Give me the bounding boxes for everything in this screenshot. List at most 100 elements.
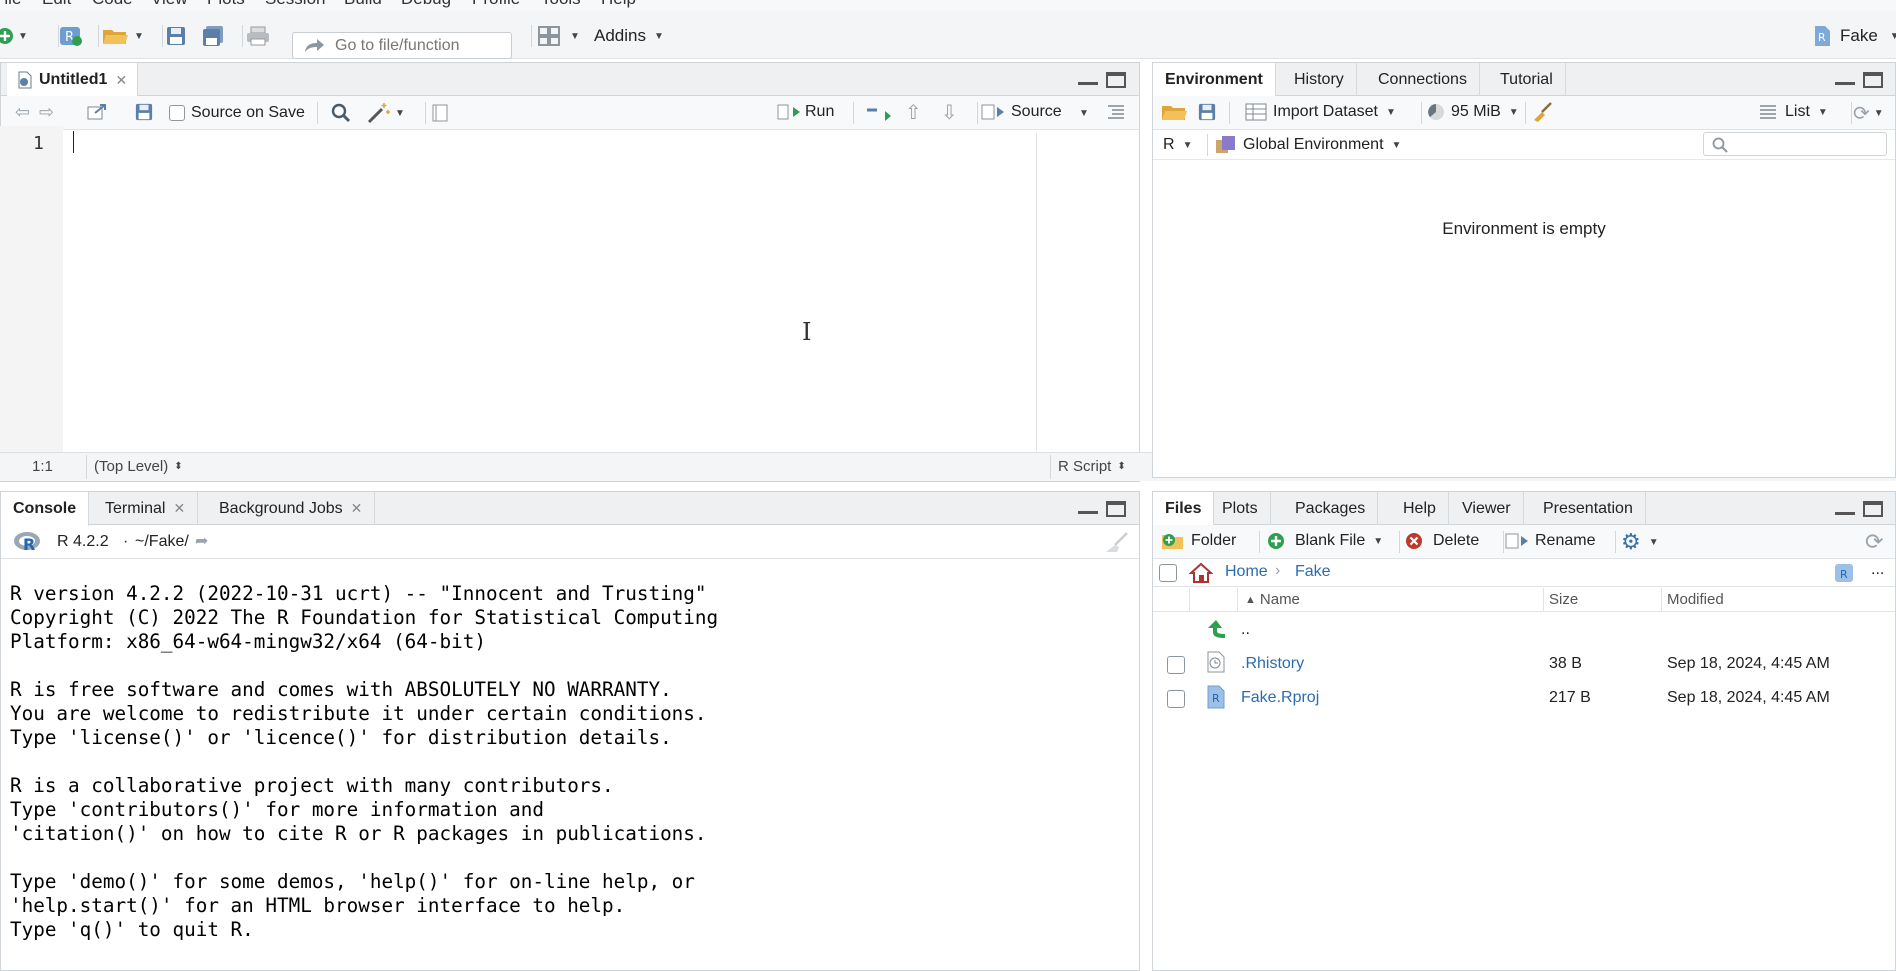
maximize-icon[interactable] bbox=[1863, 501, 1883, 517]
broom-icon[interactable] bbox=[1531, 101, 1553, 127]
refresh-icon[interactable]: ⟳ bbox=[1865, 529, 1883, 555]
column-size-header[interactable]: Size bbox=[1549, 591, 1578, 608]
tab-environment[interactable]: Environment bbox=[1153, 63, 1276, 97]
breadcrumb-home[interactable]: Home bbox=[1225, 563, 1268, 581]
save-icon[interactable] bbox=[135, 103, 153, 125]
rename-button[interactable]: Rename bbox=[1505, 532, 1595, 550]
tab-tutorial[interactable]: Tutorial bbox=[1488, 63, 1566, 96]
menu-code[interactable]: Code bbox=[92, 0, 133, 9]
tab-plots[interactable]: Plots bbox=[1210, 492, 1271, 525]
minimize-icon[interactable] bbox=[1078, 74, 1098, 85]
language-selector[interactable]: R ▼ bbox=[1163, 136, 1192, 154]
environment-search-input[interactable] bbox=[1703, 132, 1887, 156]
file-checkbox[interactable] bbox=[1167, 656, 1185, 674]
show-in-window-icon[interactable] bbox=[87, 103, 107, 125]
pane-layout-button[interactable]: ▼ bbox=[538, 23, 580, 49]
memory-usage-button[interactable]: 95 MiB ▼ bbox=[1427, 103, 1519, 121]
view-mode-button[interactable]: List ▼ bbox=[1759, 103, 1828, 121]
more-actions-button[interactable]: ⚙ ▼ bbox=[1621, 529, 1659, 555]
tab-history[interactable]: History bbox=[1282, 63, 1357, 96]
go-to-project-icon[interactable]: R bbox=[1833, 562, 1855, 588]
more-options[interactable]: ... bbox=[1871, 561, 1884, 579]
delete-button[interactable]: Delete bbox=[1405, 532, 1479, 550]
run-button[interactable]: Run bbox=[777, 103, 834, 121]
maximize-icon[interactable] bbox=[1863, 72, 1883, 88]
goto-file-function-input[interactable]: Go to file/function bbox=[292, 32, 512, 59]
blank-file-button[interactable]: Blank File ▼ bbox=[1267, 532, 1383, 550]
menu-edit[interactable]: Edit bbox=[42, 0, 71, 9]
file-row[interactable]: R Fake.Rproj 217 B Sep 18, 2024, 4:45 AM bbox=[1153, 682, 1895, 716]
chevron-down-icon[interactable]: ▼ bbox=[1079, 108, 1089, 119]
forward-arrow-icon[interactable]: ⇨ bbox=[39, 102, 54, 123]
minimize-icon[interactable] bbox=[1835, 504, 1855, 515]
breadcrumb-fake[interactable]: Fake bbox=[1295, 563, 1331, 581]
file-name[interactable]: Fake.Rproj bbox=[1241, 689, 1319, 707]
go-to-directory-icon[interactable]: ➦ bbox=[195, 531, 208, 551]
menu-profile[interactable]: Profile bbox=[472, 0, 520, 9]
print-button[interactable] bbox=[246, 23, 270, 49]
file-name[interactable]: .Rhistory bbox=[1241, 655, 1304, 673]
menu-help[interactable]: Help bbox=[601, 0, 636, 9]
addins-button[interactable]: Addins ▼ bbox=[594, 23, 664, 49]
menu-plots[interactable]: Plots bbox=[207, 0, 245, 9]
load-workspace-icon[interactable] bbox=[1161, 102, 1189, 126]
tab-connections[interactable]: Connections bbox=[1366, 63, 1480, 96]
tab-viewer[interactable]: Viewer bbox=[1450, 492, 1524, 525]
new-project-button[interactable]: R bbox=[58, 23, 84, 49]
home-icon[interactable] bbox=[1188, 562, 1214, 588]
code-tools-button[interactable]: ▼ bbox=[367, 102, 405, 124]
go-down-arrow-icon[interactable]: ⇩ bbox=[941, 100, 958, 125]
project-menu-button[interactable]: R Fake ▼ bbox=[1812, 23, 1896, 49]
minimize-icon[interactable] bbox=[1078, 503, 1098, 514]
menu-tools[interactable]: Tools bbox=[541, 0, 581, 9]
menu-file[interactable]: File bbox=[0, 0, 21, 9]
close-icon[interactable]: ✕ bbox=[351, 500, 363, 517]
outline-icon[interactable] bbox=[1107, 104, 1125, 124]
environment-scope-selector[interactable]: Global Environment ▼ bbox=[1215, 135, 1401, 155]
tab-files[interactable]: Files bbox=[1153, 492, 1215, 526]
open-file-button[interactable]: ▼ bbox=[102, 23, 144, 49]
menu-debug[interactable]: Debug bbox=[401, 0, 451, 9]
maximize-icon[interactable] bbox=[1106, 72, 1126, 88]
maximize-icon[interactable] bbox=[1106, 501, 1126, 517]
refresh-button[interactable]: ⟳ ▼ bbox=[1853, 101, 1884, 126]
column-modified-header[interactable]: Modified bbox=[1667, 591, 1724, 608]
select-all-checkbox[interactable] bbox=[1159, 564, 1177, 582]
file-checkbox[interactable] bbox=[1167, 690, 1185, 708]
menu-view[interactable]: View bbox=[151, 0, 188, 9]
rerun-icon[interactable] bbox=[865, 104, 891, 126]
save-button[interactable] bbox=[166, 23, 186, 49]
close-icon[interactable]: ✕ bbox=[173, 500, 185, 517]
back-arrow-icon[interactable]: ⇦ bbox=[15, 102, 30, 123]
tab-console[interactable]: Console bbox=[1, 492, 90, 526]
column-name-header[interactable]: ▲ Name bbox=[1245, 591, 1300, 608]
close-icon[interactable]: ✕ bbox=[115, 72, 127, 89]
tab-terminal[interactable]: Terminal ✕ bbox=[93, 492, 199, 525]
clear-console-icon[interactable] bbox=[1103, 531, 1129, 557]
new-file-button[interactable]: ▼ bbox=[0, 23, 28, 49]
source-on-save-toggle[interactable]: Source on Save bbox=[169, 104, 305, 122]
tab-help[interactable]: Help bbox=[1391, 492, 1449, 525]
menu-session[interactable]: Session bbox=[265, 0, 325, 9]
tab-untitled1[interactable]: Untitled1 ✕ bbox=[7, 63, 139, 97]
import-dataset-button[interactable]: Import Dataset ▼ bbox=[1245, 103, 1396, 121]
search-icon[interactable] bbox=[331, 103, 351, 127]
file-type-selector[interactable]: R Script ⬍ bbox=[1058, 458, 1126, 475]
tab-presentation[interactable]: Presentation bbox=[1531, 492, 1646, 525]
minimize-icon[interactable] bbox=[1835, 74, 1855, 85]
parent-directory-row[interactable]: .. bbox=[1153, 613, 1895, 647]
tab-packages[interactable]: Packages bbox=[1283, 492, 1379, 525]
code-editor[interactable] bbox=[64, 127, 1035, 451]
new-folder-button[interactable]: Folder bbox=[1161, 532, 1236, 550]
console-output[interactable]: R version 4.2.2 (2022-10-31 ucrt) -- "In… bbox=[10, 582, 718, 942]
scope-selector[interactable]: (Top Level) ⬍ bbox=[94, 458, 183, 475]
save-workspace-icon[interactable] bbox=[1198, 103, 1216, 125]
save-all-button[interactable] bbox=[202, 23, 224, 49]
source-on-save-checkbox[interactable] bbox=[169, 105, 185, 121]
go-up-arrow-icon[interactable]: ⇧ bbox=[905, 100, 922, 125]
menu-build[interactable]: Build bbox=[344, 0, 382, 9]
compile-report-icon[interactable] bbox=[431, 104, 449, 126]
source-button[interactable]: Source bbox=[981, 103, 1062, 121]
file-row[interactable]: .Rhistory 38 B Sep 18, 2024, 4:45 AM bbox=[1153, 647, 1895, 681]
tab-background-jobs[interactable]: Background Jobs ✕ bbox=[207, 492, 376, 525]
